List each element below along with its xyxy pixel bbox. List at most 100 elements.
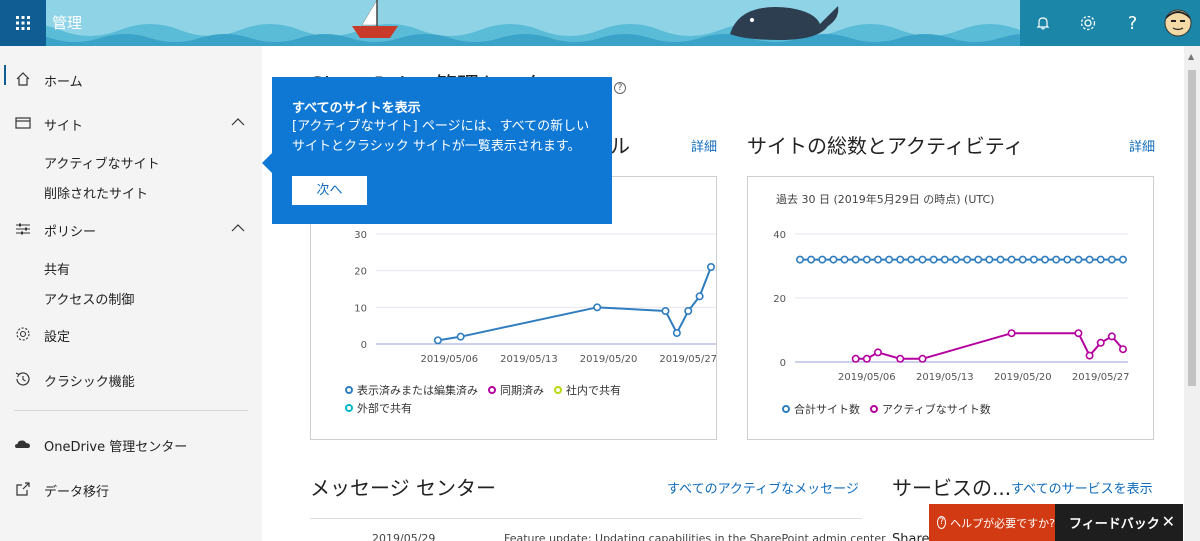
nav-migration[interactable]: データ移行	[0, 475, 262, 503]
data-point	[1074, 329, 1083, 338]
service-row-label: Share	[892, 532, 930, 541]
data-point	[1107, 332, 1116, 341]
sites-chart-card: 過去 30 日 (2019年5月29日 の時点) (UTC) 40 20 0 2019…	[747, 176, 1154, 440]
data-point	[1118, 345, 1127, 354]
data-point	[1096, 255, 1105, 264]
legend-label: 外部で共有	[357, 402, 412, 415]
nav-active-sites[interactable]: アクティブなサイト	[44, 153, 160, 172]
scroll-thumb[interactable]	[1188, 70, 1196, 386]
nav-migration-label: データ移行	[44, 485, 110, 500]
policies-icon	[16, 223, 30, 235]
data-point	[951, 255, 960, 264]
legend-label: アクティブなサイト数	[882, 403, 991, 416]
data-point	[896, 255, 905, 264]
all-services-link[interactable]: すべてのサービスを表示	[1011, 478, 1153, 497]
bubble-title: すべてのサイトを表示	[292, 101, 421, 116]
x-tick-label: 2019/05/27	[659, 354, 716, 365]
data-point	[851, 255, 860, 264]
data-point	[896, 354, 905, 363]
data-point	[851, 354, 860, 363]
gear-icon[interactable]	[1065, 0, 1110, 46]
data-point	[929, 255, 938, 264]
sites-chart-legend: 合計サイト数 アクティブなサイト数	[782, 401, 1122, 417]
help-button[interactable]: ? ヘルプが必要ですか?	[929, 504, 1055, 541]
help-icon[interactable]: ?	[1110, 0, 1155, 46]
legend-item[interactable]: 合計サイト数	[782, 401, 860, 417]
data-point	[1007, 329, 1016, 338]
y-tick-label: 30	[354, 230, 367, 241]
x-tick-label: 2019/05/06	[420, 354, 478, 365]
data-point	[1041, 255, 1050, 264]
card2-title: サイトの総数とアクティビティ	[747, 134, 1024, 158]
data-point	[885, 255, 894, 264]
history-icon	[15, 372, 30, 386]
data-point	[1018, 255, 1027, 264]
data-point	[1052, 255, 1061, 264]
data-point	[1074, 255, 1083, 264]
card1-details-link[interactable]: 詳細	[691, 136, 717, 155]
legend-label: 社内で共有	[566, 384, 621, 397]
legend-item[interactable]: 社内で共有	[554, 382, 621, 398]
legend-label: 合計サイト数	[794, 403, 860, 416]
nav-settings[interactable]: 設定	[0, 320, 262, 348]
page-scrollbar[interactable]: ▲	[1184, 46, 1200, 541]
chevron-up-icon[interactable]	[231, 223, 245, 233]
data-point	[807, 255, 816, 264]
legend-marker	[345, 386, 353, 394]
message-text[interactable]: Feature update: Updating capabilities in…	[504, 532, 886, 541]
nav-sites[interactable]: サイト	[0, 109, 262, 137]
legend-item[interactable]: 表示済みまたは編集済み	[345, 382, 478, 398]
waffle-icon[interactable]	[0, 0, 46, 46]
all-messages-link[interactable]: すべてのアクティブなメッセージ	[667, 478, 859, 497]
bell-icon[interactable]	[1020, 0, 1065, 46]
nav-policies[interactable]: ポリシー	[0, 215, 262, 243]
data-point	[1063, 255, 1072, 264]
data-point	[695, 292, 704, 301]
legend-marker	[488, 386, 496, 394]
help-button-label: ヘルプが必要ですか?	[950, 516, 1055, 530]
data-point	[996, 255, 1005, 264]
nav-home[interactable]: ホーム	[0, 65, 262, 93]
data-point	[907, 255, 916, 264]
data-point	[873, 348, 882, 357]
data-point	[1118, 255, 1127, 264]
data-point	[862, 255, 871, 264]
nav-onedrive[interactable]: OneDrive 管理センター	[0, 430, 262, 458]
series-line	[855, 332, 1124, 360]
nav-divider	[14, 410, 248, 411]
home-icon	[16, 72, 30, 86]
legend-item[interactable]: 外部で共有	[345, 400, 412, 416]
data-point	[1007, 255, 1016, 264]
feedback-button[interactable]: フィードバック ✕	[1055, 504, 1183, 541]
top-bar: 管理 ?	[0, 0, 1200, 46]
data-point	[1029, 255, 1038, 264]
chevron-up-icon[interactable]	[231, 117, 245, 127]
data-point	[974, 255, 983, 264]
data-point	[840, 255, 849, 264]
avatar[interactable]	[1155, 0, 1200, 46]
nav-policies-label: ポリシー	[44, 225, 97, 240]
x-tick-label: 2019/05/20	[580, 354, 638, 365]
data-point	[873, 255, 882, 264]
scroll-up-arrow-icon[interactable]: ▲	[1188, 52, 1194, 61]
y-tick-label: 0	[361, 340, 367, 351]
nav-sharing[interactable]: 共有	[44, 259, 70, 278]
info-icon[interactable]: ?	[614, 82, 626, 94]
app-title[interactable]: 管理	[52, 12, 82, 33]
card2-details-link[interactable]: 詳細	[1129, 136, 1155, 155]
y-tick-label: 10	[354, 303, 367, 314]
close-icon[interactable]: ✕	[1162, 512, 1175, 531]
legend-item[interactable]: 同期済み	[488, 382, 544, 398]
nav-classic-label: クラシック機能	[44, 375, 135, 390]
data-point	[706, 263, 715, 272]
nav-settings-label: 設定	[44, 330, 71, 345]
migration-icon	[16, 482, 30, 496]
nav-access-control[interactable]: アクセスの制御	[44, 289, 134, 308]
legend-marker	[345, 404, 353, 412]
legend-item[interactable]: アクティブなサイト数	[870, 401, 991, 417]
nav-classic[interactable]: クラシック機能	[0, 365, 262, 393]
message-date: 2019/05/29	[372, 532, 436, 541]
bubble-next-button[interactable]: 次へ	[292, 176, 367, 205]
data-point	[985, 255, 994, 264]
nav-deleted-sites[interactable]: 削除されたサイト	[44, 183, 148, 202]
